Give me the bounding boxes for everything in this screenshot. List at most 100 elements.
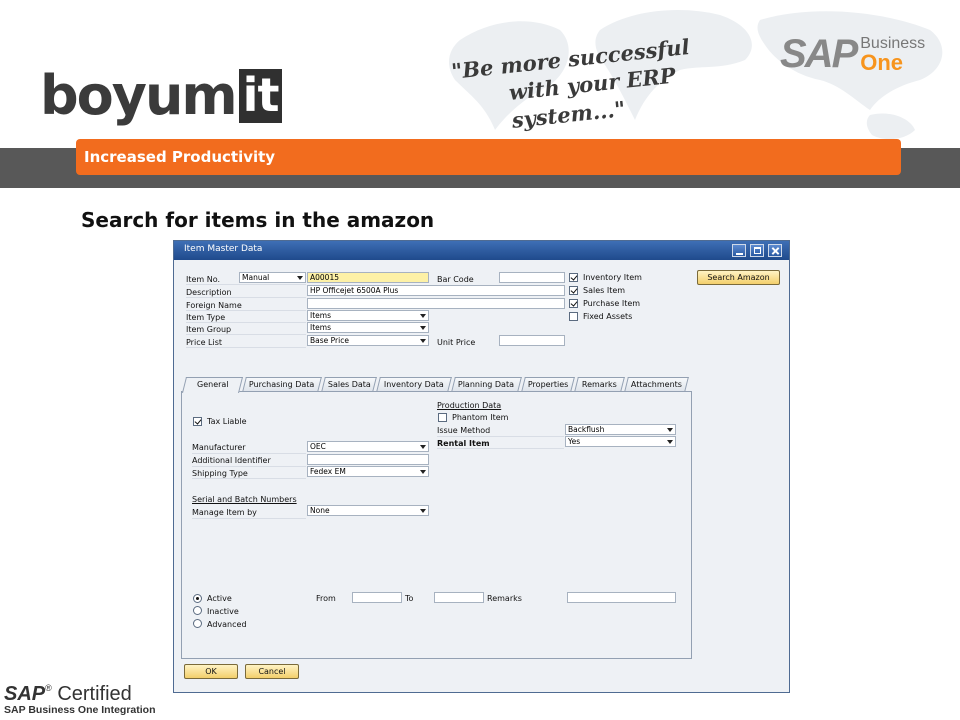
row-separator (192, 478, 306, 479)
active-radio[interactable] (193, 594, 202, 603)
window-title: Item Master Data (184, 244, 263, 254)
rental-item-label: Rental Item (437, 439, 490, 448)
item-type-label: Item Type (186, 313, 226, 322)
row-separator (186, 297, 306, 298)
manufacturer-label: Manufacturer (192, 443, 246, 452)
sales-item-checkbox[interactable] (569, 286, 578, 295)
advanced-radio[interactable] (193, 619, 202, 628)
row-separator (186, 322, 306, 323)
tab-attachments[interactable]: Attachments (624, 377, 689, 392)
manufacturer-select[interactable]: OEC (307, 441, 429, 452)
issue-method-select[interactable]: Backflush (565, 424, 676, 435)
bar-code-field[interactable] (499, 272, 565, 283)
tab-purchasing-data[interactable]: Purchasing Data (242, 377, 322, 392)
boyum-it-logo: boyum it (40, 64, 283, 127)
tab-general[interactable]: General (182, 377, 243, 393)
item-no-field[interactable]: A00015 (307, 272, 429, 283)
price-list-select[interactable]: Base Price (307, 335, 429, 346)
fixed-assets-label: Fixed Assets (583, 312, 633, 321)
one-word: One (860, 49, 904, 75)
header-orange-bar: Increased Productivity (76, 139, 901, 175)
description-label: Description (186, 288, 232, 297)
cancel-button[interactable]: Cancel (245, 664, 299, 679)
rental-item-select[interactable]: Yes (565, 436, 676, 447)
tab-sales-data-label: Sales Data (327, 380, 371, 389)
sap-business-one-logo: SAP Business One (780, 32, 925, 77)
additional-identifier-label: Additional Identifier (192, 456, 271, 465)
item-no-label: Item No. (186, 275, 221, 284)
phantom-item-checkbox[interactable] (438, 413, 447, 422)
sales-item-label: Sales Item (583, 286, 626, 295)
tab-remarks[interactable]: Remarks (574, 377, 625, 392)
row-separator (186, 347, 306, 348)
row-separator (437, 436, 564, 437)
logo-word: boyum (40, 64, 238, 127)
issue-method-label: Issue Method (437, 426, 491, 435)
tab-planning-data[interactable]: Planning Data (451, 377, 522, 392)
close-icon[interactable] (768, 244, 782, 257)
band-title: Increased Productivity (84, 148, 276, 166)
tab-sales-data[interactable]: Sales Data (321, 377, 377, 392)
sap-certified-word: Certified (57, 683, 132, 705)
purchase-item-label: Purchase Item (583, 299, 641, 308)
sap-certified-subtitle: SAP Business One Integration (4, 704, 156, 716)
sap-certified-logo: SAP® Certified SAP Business One Integrat… (4, 683, 156, 717)
manage-item-by-label: Manage Item by (192, 508, 257, 517)
ok-button[interactable]: OK (184, 664, 238, 679)
row-separator (186, 284, 306, 285)
tab-inventory-data[interactable]: Inventory Data (376, 377, 452, 392)
serial-batch-heading: Serial and Batch Numbers (192, 495, 297, 504)
unit-price-label: Unit Price (437, 338, 476, 347)
fixed-assets-checkbox[interactable] (569, 312, 578, 321)
window-title-bar[interactable]: Item Master Data (174, 241, 789, 260)
row-separator (186, 310, 306, 311)
tab-planning-data-label: Planning Data (458, 380, 515, 389)
shipping-type-label: Shipping Type (192, 469, 248, 478)
tab-remarks-label: Remarks (581, 380, 617, 389)
inactive-radio[interactable] (193, 606, 202, 615)
remarks-field[interactable] (567, 592, 676, 603)
unit-price-field[interactable] (499, 335, 565, 346)
item-type-select[interactable]: Items (307, 310, 429, 321)
tab-purchasing-data-label: Purchasing Data (249, 380, 315, 389)
business-one-text: Business One (860, 35, 925, 75)
production-data-heading: Production Data (437, 401, 502, 410)
row-separator (192, 453, 306, 454)
active-label: Active (207, 594, 232, 603)
tab-general-label: General (196, 380, 229, 389)
tab-properties[interactable]: Properties (521, 377, 575, 392)
from-label: From (316, 594, 336, 603)
to-field[interactable] (434, 592, 484, 603)
price-list-label: Price List (186, 338, 223, 347)
minimize-icon[interactable] (732, 244, 746, 257)
item-group-select[interactable]: Items (307, 322, 429, 333)
row-separator (192, 466, 306, 467)
sap-logo-text: SAP (780, 32, 858, 76)
manage-item-by-select[interactable]: None (307, 505, 429, 516)
foreign-name-label: Foreign Name (186, 301, 242, 310)
row-separator (186, 334, 306, 335)
shipping-type-select[interactable]: Fedex EM (307, 466, 429, 477)
item-group-label: Item Group (186, 325, 232, 334)
to-label: To (405, 594, 414, 603)
from-field[interactable] (352, 592, 402, 603)
phantom-item-label: Phantom Item (452, 413, 509, 422)
row-separator (437, 448, 564, 449)
sap-certified-sap: SAP (4, 683, 46, 705)
registered-mark: ® (45, 683, 52, 693)
inventory-item-checkbox[interactable] (569, 273, 578, 282)
tax-liable-checkbox[interactable] (193, 417, 202, 426)
logo-box: it (238, 69, 283, 123)
foreign-name-field[interactable] (307, 298, 565, 309)
slide-heading: Search for items in the amazon (81, 208, 435, 232)
bar-code-label: Bar Code (437, 275, 474, 284)
tax-liable-label: Tax Liable (207, 417, 247, 426)
tab-inventory-data-label: Inventory Data (383, 380, 444, 389)
description-field[interactable]: HP Officejet 6500A Plus (307, 285, 565, 296)
slide: boyum it "Be more successful with your E… (0, 0, 960, 720)
additional-identifier-field[interactable] (307, 454, 429, 465)
numbering-select[interactable]: Manual (239, 272, 306, 283)
purchase-item-checkbox[interactable] (569, 299, 578, 308)
search-amazon-button[interactable]: Search Amazon (697, 270, 780, 285)
maximize-icon[interactable] (750, 244, 764, 257)
